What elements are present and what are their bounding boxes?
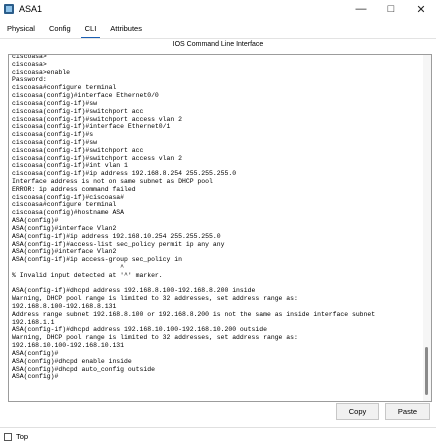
window-title: ASA1 — [19, 4, 43, 14]
app-icon — [4, 4, 14, 14]
tab-attributes[interactable]: Attributes — [103, 21, 149, 38]
tab-physical[interactable]: Physical — [0, 21, 42, 38]
scrollbar-thumb[interactable] — [425, 347, 428, 395]
top-checkbox[interactable] — [4, 432, 12, 441]
copy-button[interactable]: Copy — [336, 403, 379, 420]
top-toggle[interactable]: Top — [4, 432, 28, 441]
footer-divider — [0, 427, 436, 428]
section-title: IOS Command Line Interface — [172, 41, 264, 48]
tab-cli[interactable]: CLI — [78, 21, 104, 39]
paste-button[interactable]: Paste — [385, 403, 430, 420]
tab-config[interactable]: Config — [42, 21, 78, 38]
tab-bar: Physical Config CLI Attributes — [0, 21, 436, 39]
title-bar: ASA1 — □ ✕ — [0, 0, 436, 18]
tab-divider — [0, 38, 436, 39]
cli-terminal[interactable]: ciscoasa> ciscoasa> ciscoasa>enable Pass… — [8, 54, 432, 402]
terminal-output[interactable]: ciscoasa> ciscoasa> ciscoasa>enable Pass… — [12, 55, 420, 381]
close-button[interactable]: ✕ — [406, 0, 436, 18]
maximize-button[interactable]: □ — [376, 0, 406, 18]
minimize-button[interactable]: — — [346, 0, 376, 18]
top-label: Top — [16, 432, 29, 441]
terminal-scrollbar[interactable] — [423, 55, 431, 401]
